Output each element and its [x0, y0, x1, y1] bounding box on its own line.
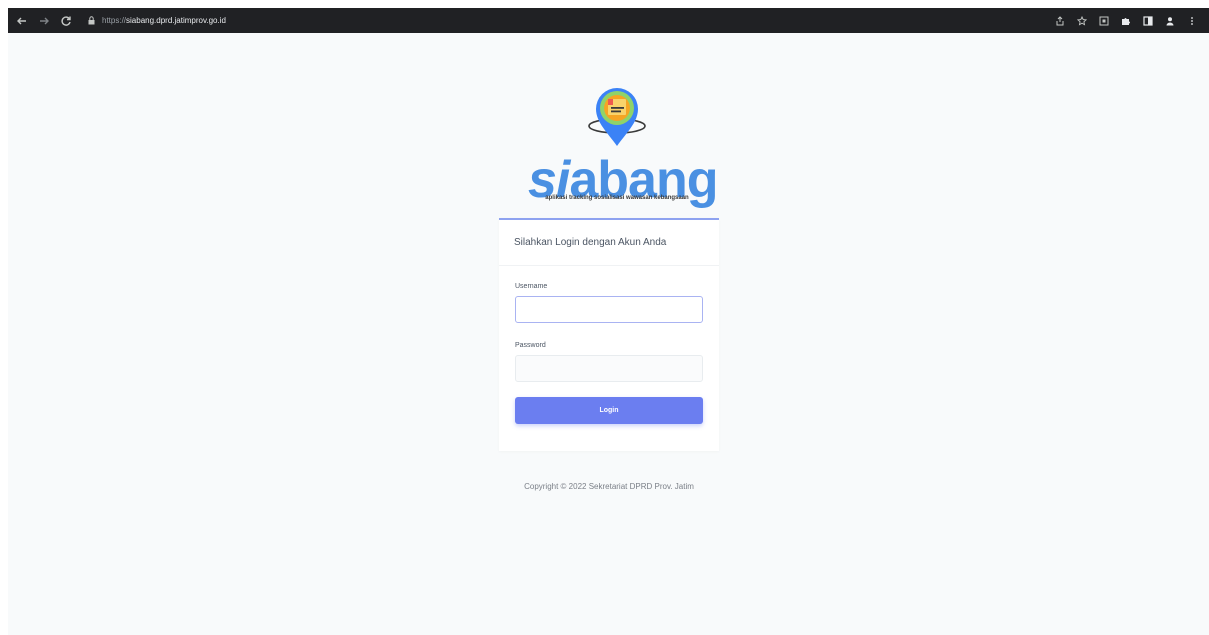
forward-icon[interactable] — [36, 13, 52, 29]
login-card-header: Silahkan Login dengan Akun Anda — [499, 220, 719, 266]
page-viewport: siabang aplikasi tracking sosialisasi wa… — [8, 33, 1209, 635]
reload-icon[interactable] — [58, 13, 74, 29]
lock-icon — [88, 16, 95, 25]
back-icon[interactable] — [14, 13, 30, 29]
password-input[interactable] — [515, 355, 703, 382]
extensions-puzzle-icon[interactable] — [1117, 12, 1135, 30]
browser-toolbar: https:// siabang.dprd.jatimprov.go.id — [8, 8, 1209, 33]
login-card: Silahkan Login dengan Akun Anda Username… — [499, 218, 719, 451]
profile-icon[interactable] — [1161, 12, 1179, 30]
login-button[interactable]: Login — [515, 397, 703, 424]
extension-icon[interactable] — [1095, 12, 1113, 30]
menu-kebab-icon[interactable] — [1183, 12, 1201, 30]
url-host: siabang.dprd.jatimprov.go.id — [126, 16, 226, 25]
location-pin-logo-icon — [588, 88, 646, 146]
siabang-logo: siabang aplikasi tracking sosialisasi wa… — [510, 78, 724, 238]
bookmark-star-icon[interactable] — [1073, 12, 1091, 30]
side-panel-icon[interactable] — [1139, 12, 1157, 30]
logo-wordmark: siabang — [528, 150, 719, 210]
logo-tagline: aplikasi tracking sosialisasi wawasan ke… — [545, 195, 689, 201]
address-bar[interactable]: https:// siabang.dprd.jatimprov.go.id — [82, 11, 234, 30]
url-protocol: https:// — [102, 16, 127, 25]
username-label: Username — [515, 283, 548, 290]
username-input[interactable] — [515, 296, 703, 323]
share-icon[interactable] — [1051, 12, 1069, 30]
copyright-footer: Copyright © 2022 Sekretariat DPRD Prov. … — [524, 482, 694, 491]
password-label: Password — [515, 342, 546, 349]
